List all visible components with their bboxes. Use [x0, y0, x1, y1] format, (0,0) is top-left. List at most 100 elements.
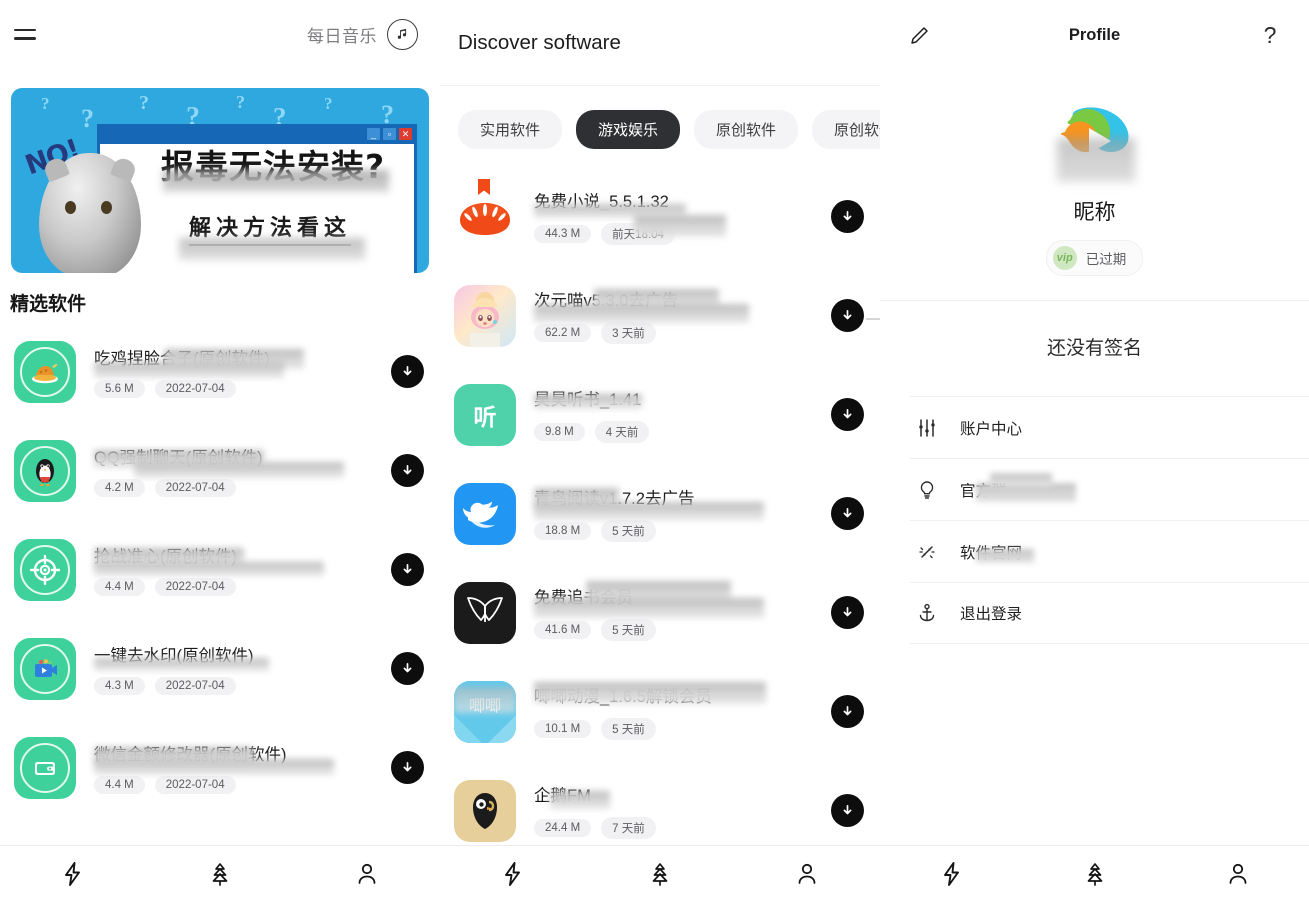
menu-item-label: 官方群 [960, 482, 1007, 500]
listen-icon: 听 [454, 383, 516, 446]
profile-summary: 昵称 vip 已过期 [880, 70, 1309, 276]
menu-item-label: 软件官网 [960, 544, 1023, 562]
window-minimize-icon: _ [367, 128, 380, 140]
banner-question-mark: ? [324, 94, 333, 113]
vip-status-badge[interactable]: vip 已过期 [1045, 240, 1144, 276]
banner-blur-overlay [179, 238, 365, 260]
menu-item-official-group[interactable]: 官方群 [910, 458, 1309, 520]
tab-utility-software[interactable]: 实用软件 [458, 110, 563, 149]
lightning-icon[interactable] [483, 852, 543, 897]
download-button[interactable] [831, 299, 864, 332]
open-book-icon [454, 581, 516, 644]
menu-item-account-center[interactable]: 账户中心 [910, 396, 1309, 458]
table-row[interactable]: 吃鸡捏脸合子(原创软件) 5.6 M 2022-07-04 [0, 322, 440, 421]
tab-game-entertainment[interactable]: 游戏娱乐 [576, 110, 681, 149]
help-question-mark: ? [1263, 21, 1277, 48]
download-button[interactable] [831, 200, 864, 233]
app-date: 2022-07-04 [154, 677, 236, 695]
table-row[interactable]: 免费追书会员 41.6 M 5 天前 [440, 563, 880, 662]
help-icon[interactable]: ? [1255, 20, 1285, 50]
menu-item-official-website[interactable]: 软件官网 [910, 520, 1309, 582]
app-size: 41.6 M [534, 621, 592, 639]
app-name: 一键去水印(原创软件) [94, 647, 254, 665]
roast-chicken-icon [14, 340, 76, 403]
table-row[interactable]: 微信金额修改器(原创软件) 4.4 M 2022-07-04 [0, 718, 440, 817]
app-meta: 4.2 M 2022-07-04 [94, 479, 391, 497]
anime-girl-icon [454, 284, 516, 347]
app-meta: 41.6 M 5 天前 [534, 619, 831, 641]
table-row[interactable]: 次元喵v5.3.0去广告 62.2 M 3 天前 [440, 266, 880, 365]
app-name: QQ强制聊天(原创软件) [94, 449, 263, 467]
tab-original-software-2[interactable]: 原创软件 [812, 110, 880, 149]
app-date: 7 天前 [601, 817, 656, 839]
table-row[interactable]: 抢战准心(原创软件) 4.4 M 2022-07-04 [0, 520, 440, 619]
pencil-icon[interactable] [904, 20, 934, 50]
table-row[interactable]: QQ强制聊天(原创软件) 4.2 M 2022-07-04 [0, 421, 440, 520]
download-button[interactable] [831, 497, 864, 530]
bottom-nav-mid [440, 845, 880, 902]
table-row[interactable]: 企鹅FM 24.4 M 7 天前 [440, 761, 880, 845]
app-meta: 10.1 M 5 天前 [534, 718, 831, 740]
app-name: 次元喵v5.3.0去广告 [534, 292, 678, 310]
download-button[interactable] [831, 794, 864, 827]
person-icon[interactable] [337, 852, 397, 897]
table-row[interactable]: 青鸟阅读v1.7.2去广告 18.8 M 5 天前 [440, 464, 880, 563]
table-row[interactable]: 唧唧 唧唧动漫_1.6.5解锁会员 10.1 M 5 天前 [440, 662, 880, 761]
pine-tree-icon[interactable] [1065, 852, 1125, 897]
download-button[interactable] [391, 751, 424, 784]
profile-content: Profile ? 昵称 vip 已过期 还没有签名 账户中心 官方群 软件官网… [880, 0, 1309, 845]
app-name: 微信金额修改器(原创软件) [94, 746, 287, 764]
bluebird-icon [454, 482, 516, 545]
person-icon[interactable] [1208, 852, 1268, 897]
table-row[interactable]: 免费小说_5.5.1.32 44.3 M 前天18:04 [440, 167, 880, 266]
download-button[interactable] [391, 454, 424, 487]
download-button[interactable] [391, 652, 424, 685]
lightning-icon[interactable] [43, 852, 103, 897]
cat-eye [65, 201, 76, 214]
app-date: 3 天前 [601, 322, 656, 344]
app-date: 5 天前 [601, 718, 656, 740]
app-size: 44.3 M [534, 225, 592, 243]
app-meta: 4.4 M 2022-07-04 [94, 578, 391, 596]
anime-card-icon: 唧唧 [454, 680, 516, 743]
app-size: 10.1 M [534, 720, 592, 738]
app-size: 4.2 M [94, 479, 145, 497]
app-info: 抢战准心(原创软件) 4.4 M 2022-07-04 [94, 543, 391, 596]
person-icon[interactable] [777, 852, 837, 897]
pine-tree-icon[interactable] [190, 852, 250, 897]
avatar[interactable] [1049, 98, 1141, 182]
sliders-icon [910, 418, 944, 438]
promo-banner[interactable]: ? ? ? ? ? ? ? ? ? ? _ ▫ ✕ 报毒无法安装? 解决方法看这 [11, 88, 429, 273]
app-name: 青鸟阅读v1.7.2去广告 [534, 490, 695, 508]
app-meta: 24.4 M 7 天前 [534, 817, 831, 839]
app-name: 吃鸡捏脸合子(原创软件) [94, 350, 270, 368]
app-size: 4.4 M [94, 578, 145, 596]
hamburger-icon[interactable] [14, 20, 42, 48]
app-info: 企鹅FM 24.4 M 7 天前 [534, 782, 831, 839]
table-row[interactable]: 一键去水印(原创软件) 4.3 M 2022-07-04 [0, 619, 440, 718]
daily-music-label: 每日音乐 [307, 26, 377, 46]
download-button[interactable] [831, 596, 864, 629]
app-info: 青鸟阅读v1.7.2去广告 18.8 M 5 天前 [534, 485, 831, 542]
app-date: 2022-07-04 [154, 380, 236, 398]
app-meta: 5.6 M 2022-07-04 [94, 380, 391, 398]
download-button[interactable] [831, 695, 864, 728]
download-button[interactable] [391, 553, 424, 586]
download-button[interactable] [391, 355, 424, 388]
music-note-icon[interactable] [387, 18, 418, 50]
app-info: 吃鸡捏脸合子(原创软件) 5.6 M 2022-07-04 [94, 345, 391, 398]
table-row[interactable]: 听 昊昊听书_1.41 9.8 M 4 天前 [440, 365, 880, 464]
tomato-icon [454, 178, 516, 248]
lightning-icon[interactable] [922, 852, 982, 897]
pine-tree-icon[interactable] [630, 852, 690, 897]
banner-blur-overlay [163, 170, 389, 192]
tab-original-software[interactable]: 原创软件 [694, 110, 799, 149]
wallet-icon [14, 736, 76, 799]
app-size: 9.8 M [534, 423, 585, 441]
app-date: 5 天前 [601, 619, 656, 641]
menu-item-logout[interactable]: 退出登录 [910, 582, 1309, 644]
app-date: 5 天前 [601, 520, 656, 542]
crosshair-icon [14, 538, 76, 601]
download-button[interactable] [831, 398, 864, 431]
panel-profile: Profile ? 昵称 vip 已过期 还没有签名 账户中心 官方群 软件官网… [880, 0, 1309, 902]
